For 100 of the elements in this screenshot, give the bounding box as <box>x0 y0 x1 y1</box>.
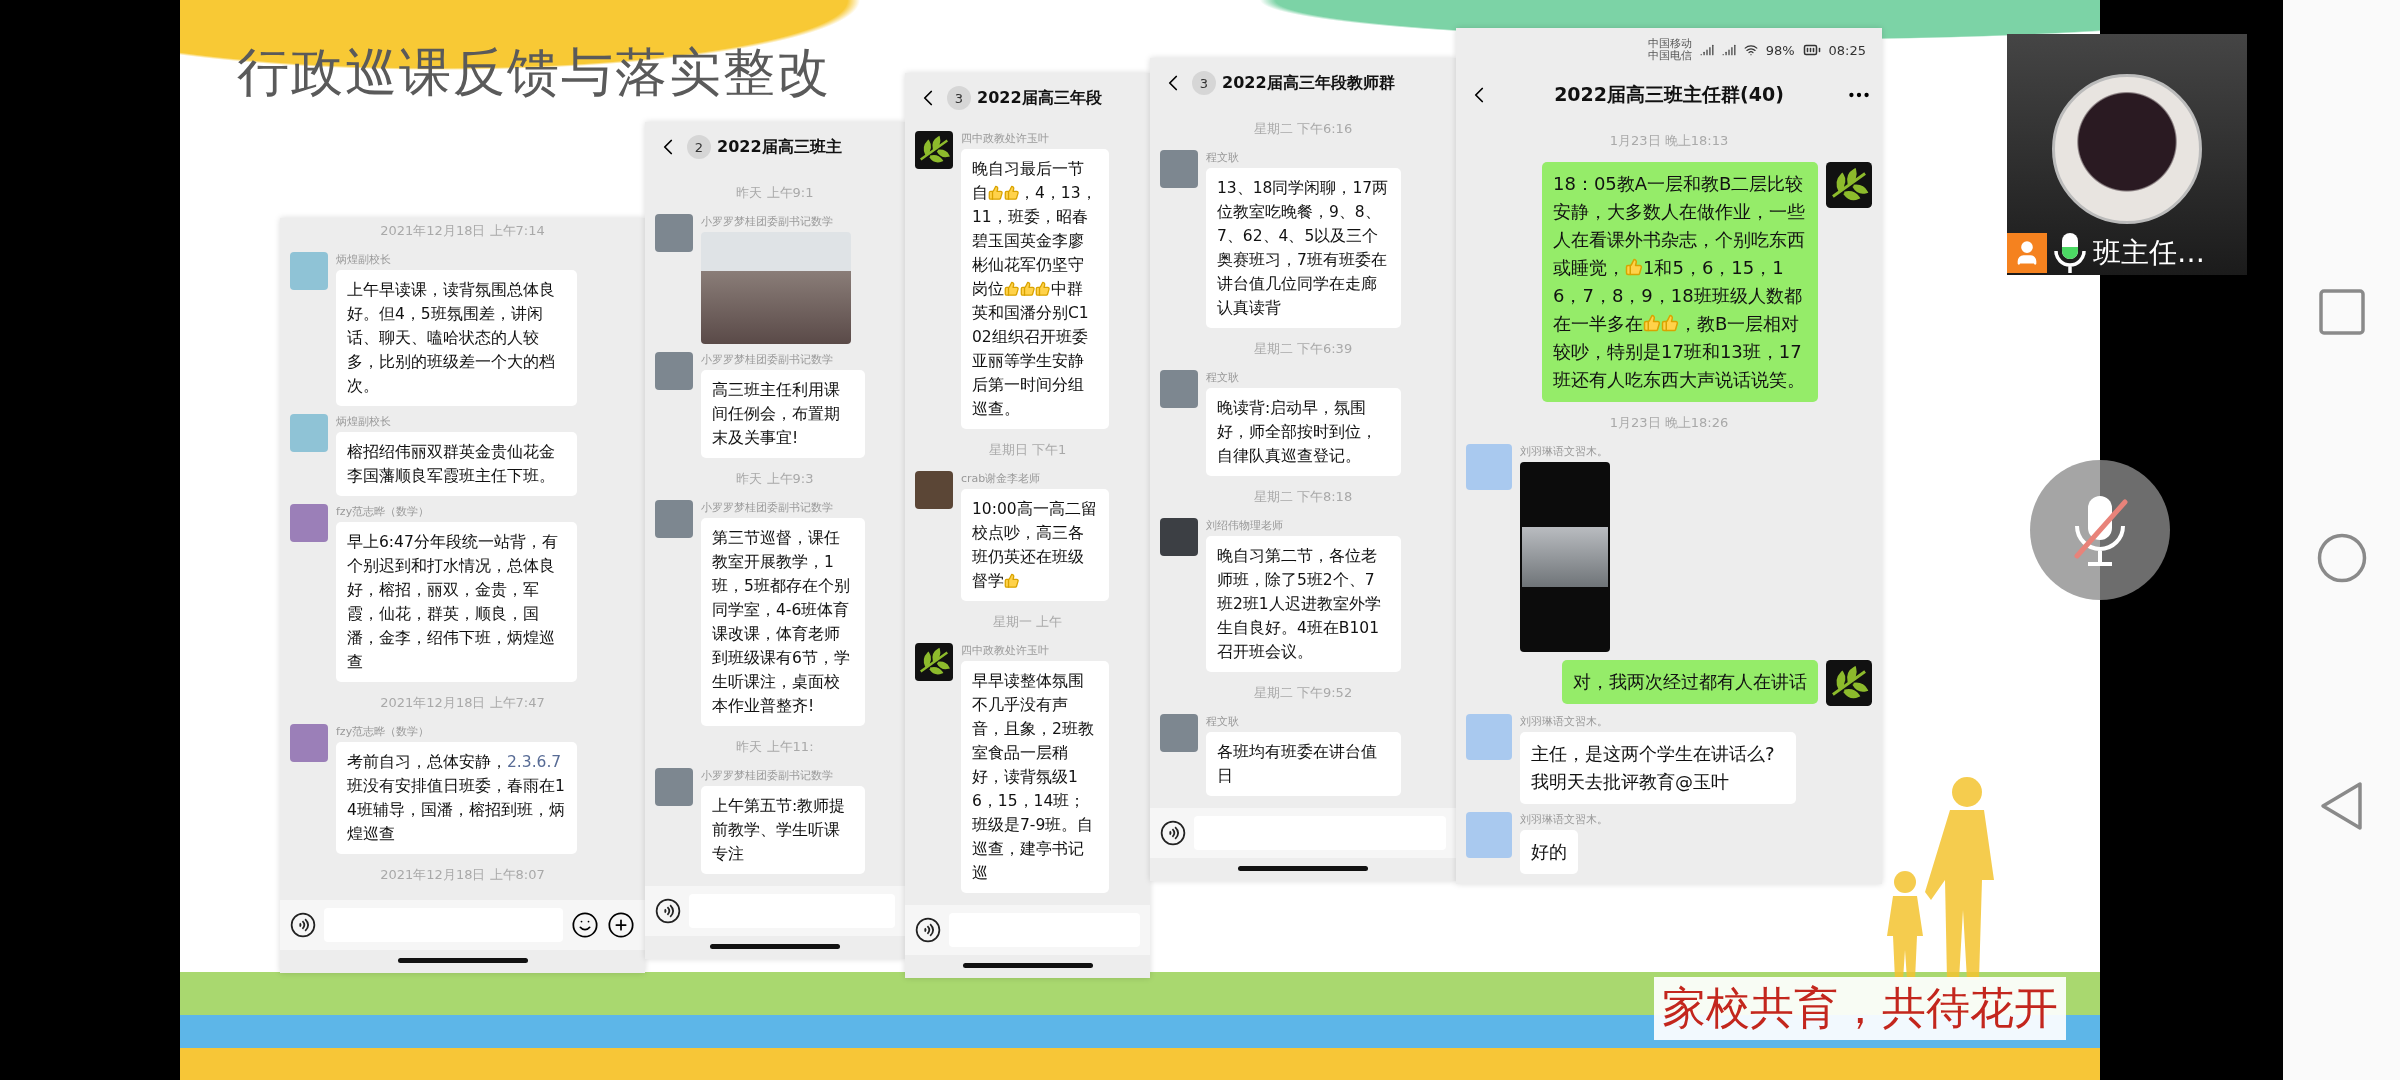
timestamp: 星期二 下午9:52 <box>1253 684 1353 702</box>
avatar-photo <box>1466 714 1512 760</box>
message-bubble: 主任，是这两个学生在讲话么?我明天去批评教育@玉叶 <box>1520 732 1796 804</box>
voice-icon[interactable] <box>290 912 316 938</box>
thumbs-up-icon <box>1643 314 1661 332</box>
avatar-photo <box>290 504 328 542</box>
unread-count: 2 <box>687 135 711 159</box>
carrier-name: 中国电信 <box>1647 50 1692 62</box>
message-bubble: 对，我两次经过都有人在讲话 <box>1562 660 1818 704</box>
avatar-photo <box>290 252 328 290</box>
thumbs-up-icon <box>1004 572 1020 588</box>
carrier-name: 中国移动 <box>1647 38 1692 50</box>
voice-icon[interactable] <box>655 898 681 924</box>
wifi-icon <box>1743 43 1758 57</box>
sender-name: 炳煌副校长 <box>336 252 391 267</box>
timestamp: 1月23日 晚上18:26 <box>1609 414 1729 432</box>
message-bubble: 早上6:47分年段统一站背，有个别迟到和打水情况，总体良好，榕招，丽双，金贵，军霞，仙花，群英，顺良，国潘，金李，绍伟下班，炳煌巡查 <box>336 522 577 682</box>
avatar-photo <box>1466 812 1512 858</box>
thumbs-up-icon <box>1661 314 1679 332</box>
message-bubble: 13、18同学闲聊，17两位教室吃晚餐，9、8、7、62、4、5以及三个奥赛班习，7班有班委在讲台值几位同学在走廊认真读背 <box>1206 168 1401 328</box>
avatar-photo <box>290 414 328 452</box>
timestamp: 昨天 上午9:1 <box>736 184 814 202</box>
chat-title: 2022届高三年段 <box>977 87 1103 109</box>
avatar-photo <box>915 471 953 509</box>
message-bubble: 上午早读课，读背氛围总体良好。但4，5班氛围差，讲闲话、聊天、嗑哈状态的人较多，比别的班级差一个大的档次。 <box>336 270 577 406</box>
message-bubble: 晚自习最后一节自 ，4，13，11，班委，昭春碧玉国英金李廖彬仙花军仍坚守岗位 中群英和国潘分别C102组织召开班委亚丽等学生安静后第一时间分组巡查。 <box>961 149 1109 429</box>
add-icon[interactable] <box>607 911 635 939</box>
sender-name: 刘羽琳语文習木。 <box>1520 714 1608 729</box>
message-bubble: 好的 <box>1520 830 1578 874</box>
avatar-photo <box>655 500 693 538</box>
message-bubble: 高三班主任利用课间任例会，布置期末及关事宜! <box>701 370 865 458</box>
sender-name: 程文耿 <box>1206 150 1239 165</box>
avatar-photo <box>1160 150 1198 188</box>
chat-title: 2022届高三班主任群(40) <box>1553 82 1785 107</box>
leaf-avatar-icon <box>1826 660 1872 706</box>
timestamp: 星期二 下午6:39 <box>1253 340 1353 358</box>
signal-icon <box>1699 43 1714 57</box>
sender-name: 程文耿 <box>1206 714 1239 729</box>
unread-count: 3 <box>1192 71 1216 95</box>
sender-name: crab谢金李老师 <box>961 471 1041 486</box>
message-bubble: 第三节巡督，课任教室开展教学，1班，5班都存在个别同学室，4-6班体育课改课，体育老师到班级课有6节，学生听课注，桌面校本作业普整齐! <box>701 518 865 726</box>
thumbs-up-icon <box>1004 280 1020 296</box>
message-bubble: 晚读背:启动早，氛围好，师全部按时到位，自律队真巡查登记。 <box>1206 388 1401 476</box>
avatar-photo <box>1160 518 1198 556</box>
voice-icon[interactable] <box>915 917 941 943</box>
mic-icon <box>2051 231 2089 275</box>
emoji-icon[interactable] <box>571 911 599 939</box>
sender-name: 刘羽琳语文習木。 <box>1520 444 1608 459</box>
timestamp: 2021年12月18日 上午7:47 <box>380 694 545 712</box>
timestamp: 星期二 下午8:18 <box>1253 488 1353 506</box>
leaf-avatar-icon <box>915 643 953 681</box>
message-bubble: 早早读整体氛围不几乎没有声音，且象，2班教室食品一层稍好，读背氛级16，15，14班；班级是7-9班。自巡查，建亭书记巡 <box>961 661 1109 893</box>
sender-name: fzy范志晔（数学） <box>336 724 430 739</box>
timestamp: 昨天 上午11: <box>736 738 814 756</box>
link[interactable]: 2.3.6.7 <box>507 753 562 771</box>
recent-apps-icon[interactable] <box>2318 289 2365 335</box>
signal-icon <box>1721 43 1736 57</box>
sender-name: 小罗罗梦桂团委副书记数学 <box>701 352 833 367</box>
sender-name: 刘羽琳语文習木。 <box>1520 812 1608 827</box>
thumbs-up-icon <box>1019 280 1035 296</box>
sender-name: 程文耿 <box>1206 370 1239 385</box>
leaf-avatar-icon <box>1826 162 1872 208</box>
thumbs-up-icon <box>1625 258 1643 276</box>
chat-title: 2022届高三年段教师群 <box>1222 72 1396 94</box>
sender-name: 四中政教处许玉叶 <box>961 643 1049 658</box>
timestamp: 星期日 下午1 <box>988 441 1067 459</box>
message-bubble: 晚自习第二节，各位老师班，除了5班2个、7班2班1人迟进教室外学生自良好。4班在B101召开班会议。 <box>1206 536 1401 672</box>
sender-name: 炳煌副校长 <box>336 414 391 429</box>
avatar-photo <box>655 214 693 252</box>
sender-name: 四中政教处许玉叶 <box>961 131 1049 146</box>
sender-name: 小罗罗梦桂团委副书记数学 <box>701 500 833 515</box>
participant-name: 班主任… <box>2093 235 2205 271</box>
timestamp: 1月23日 晚上18:13 <box>1609 132 1729 150</box>
avatar-photo <box>1160 714 1198 752</box>
avatar-photo <box>655 768 693 806</box>
thumbs-up-icon <box>988 184 1004 200</box>
timestamp: 2021年12月18日 上午7:14 <box>380 222 545 240</box>
unread-count: 3 <box>947 86 971 110</box>
avatar-photo <box>655 352 693 390</box>
clock-time: 08:25 <box>1828 42 1866 58</box>
timestamp: 星期二 下午6:16 <box>1253 120 1353 138</box>
thumbs-up-icon <box>1003 184 1019 200</box>
timestamp: 昨天 上午9:3 <box>736 470 814 488</box>
message-bubble: 10:00高一高二留校点吵，高三各班仍英还在班级督学 <box>961 489 1109 601</box>
message-bubble: 榕招绍伟丽双群英金贵仙花金李国藩顺良军霞班主任下班。 <box>336 432 577 496</box>
voice-icon[interactable] <box>1160 820 1186 846</box>
sender-name: 小罗罗梦桂团委副书记数学 <box>701 214 833 229</box>
avatar-photo <box>290 724 328 762</box>
avatar-photo <box>1466 444 1512 490</box>
home-icon[interactable] <box>2316 533 2367 583</box>
message-bubble: 上午第五节:教师提前教学、学生听课专注 <box>701 786 865 874</box>
leaf-avatar-icon <box>915 131 953 169</box>
message-bubble: 各班均有班委在讲台值日 <box>1206 732 1401 796</box>
video-tile[interactable]: 班主任… <box>2007 34 2247 275</box>
sender-name: 刘绍伟物理老师 <box>1206 518 1283 533</box>
slide-motto: 家校共育，共待花开 <box>1654 977 2066 1040</box>
battery-level: 98% <box>1765 42 1795 58</box>
sender-name: 小罗罗梦桂团委副书记数学 <box>701 768 833 783</box>
thumbs-up-icon <box>1035 280 1051 296</box>
message-bubble: 考前自习，总体安静，2.3.6.7 班没有安排值日班委，春雨在14班辅导，国潘，榕招到班，炳煌巡查 <box>336 742 577 854</box>
